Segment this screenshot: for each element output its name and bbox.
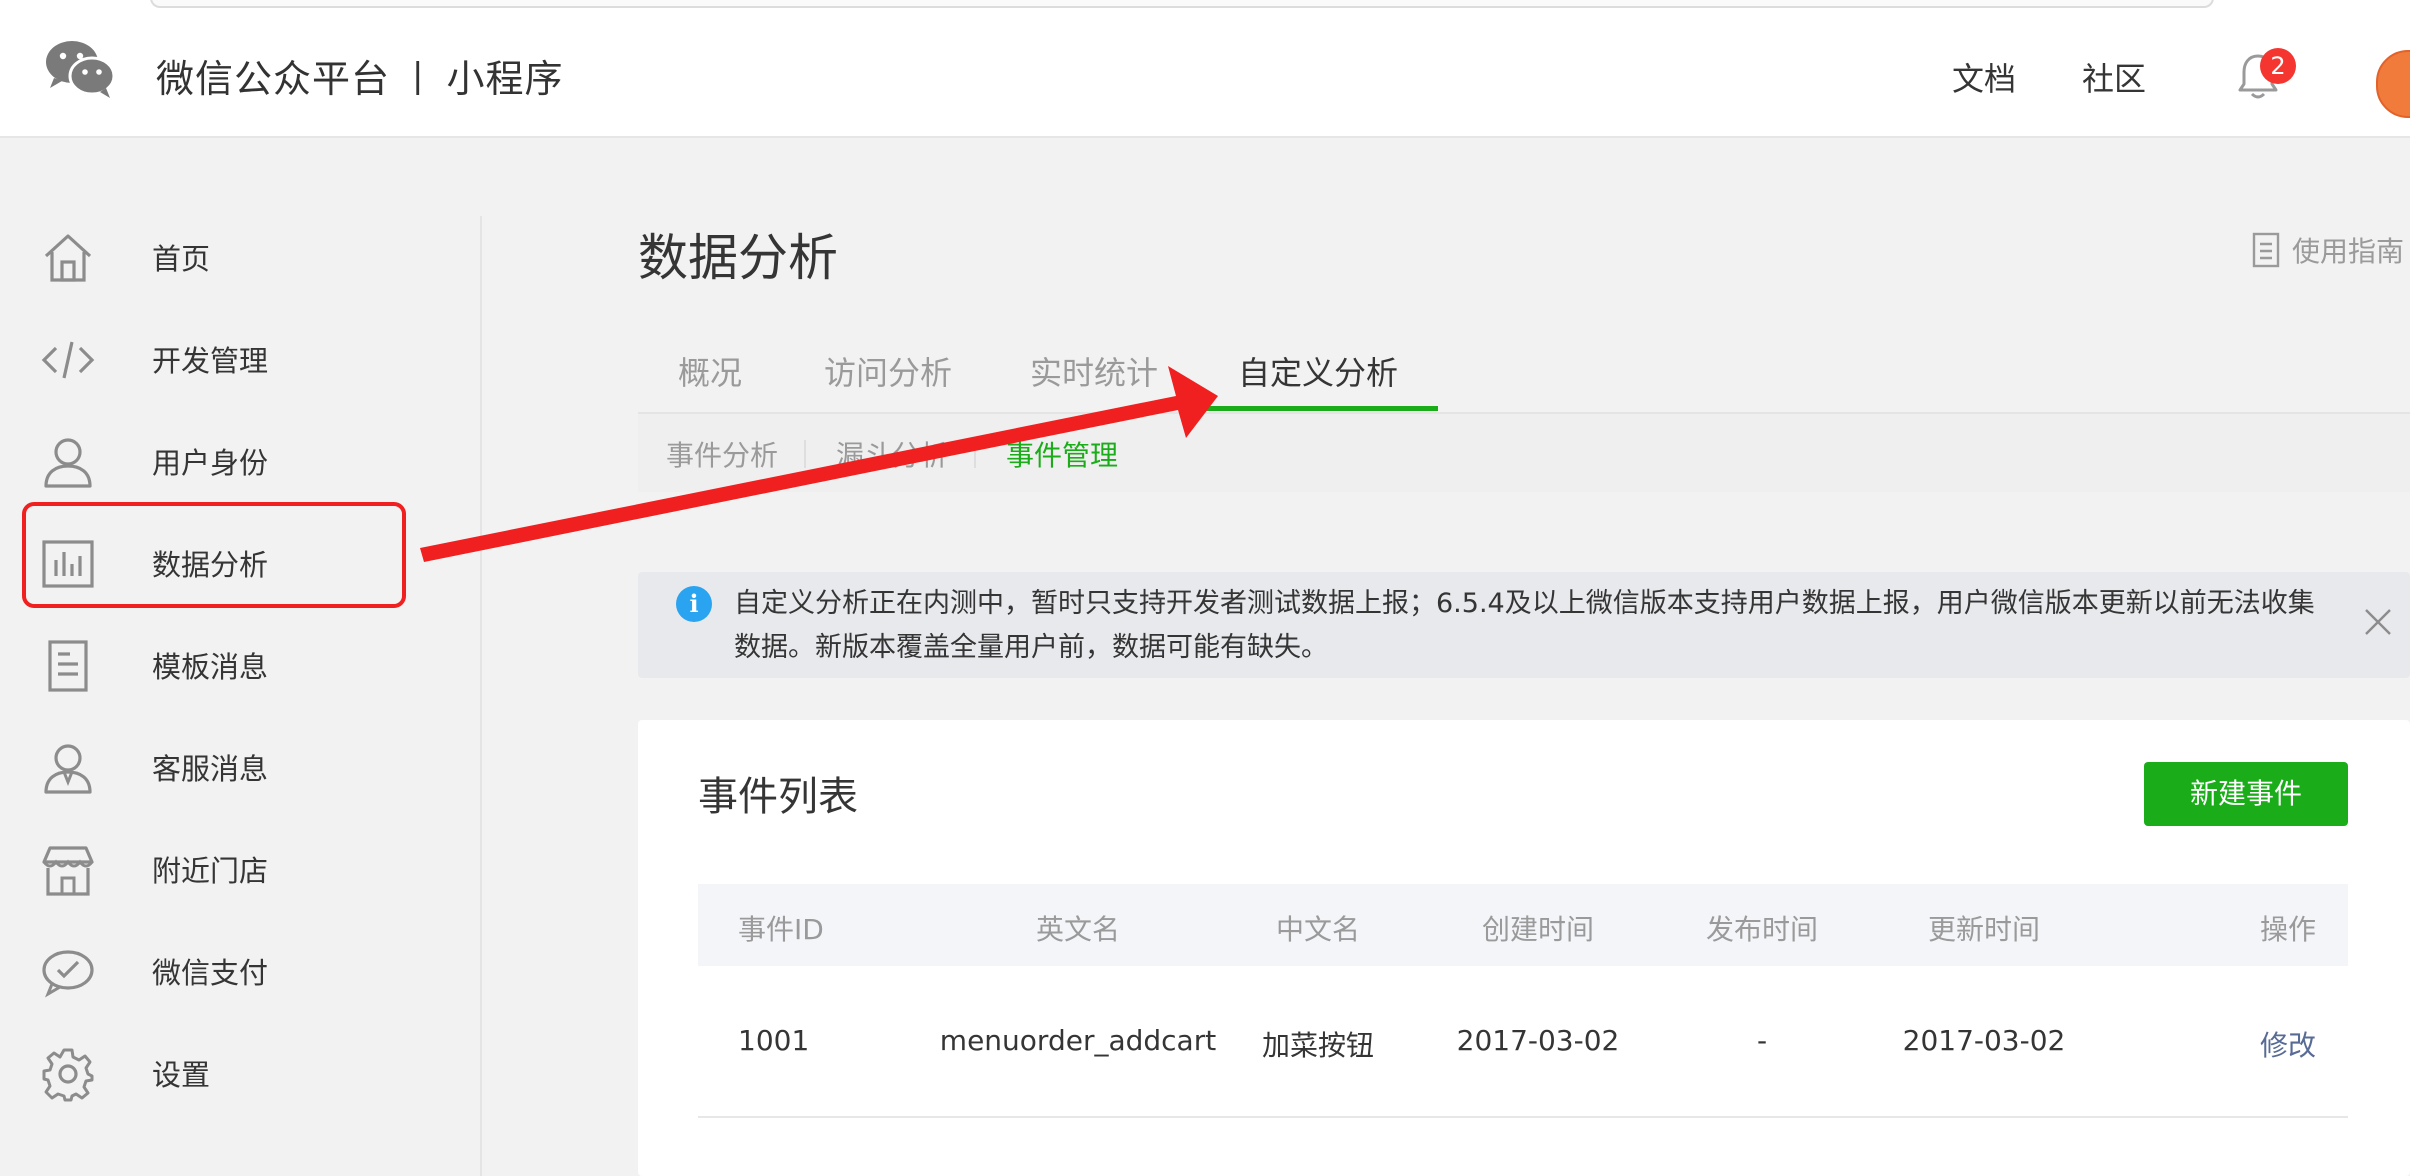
top-header: 微信公众平台 | 小程序 文档 社区 2 [0,14,2410,138]
customer-service-icon [44,744,92,794]
card-title: 事件列表 [698,774,858,820]
tab-visit-analysis[interactable]: 访问分析 [824,348,952,394]
column-header: 事件ID [738,913,824,946]
sidebar-item-dev-management[interactable]: 开发管理 [0,308,470,408]
close-icon[interactable] [2362,606,2394,638]
sidebar-item-customer-service[interactable]: 客服消息 [0,716,470,816]
document-icon [48,640,88,692]
guide-label: 使用指南 [2292,235,2405,268]
subtab-divider [804,440,806,468]
cell-english-name: menuorder_addcart [939,1024,1217,1057]
sidebar-item-template-messages[interactable]: 模板消息 [0,614,470,714]
sidebar-item-label: 首页 [152,242,211,276]
column-header: 发布时间 [1705,913,1818,946]
active-tab-indicator [1200,406,1438,411]
cell-chinese-name: 加菜按钮 [1261,1029,1374,1062]
sidebar-item-label: 设置 [152,1058,211,1092]
table-row: 1001 menuorder_addcart 加菜按钮 2017-03-02 -… [698,966,2348,1118]
page-title: 数据分析 [638,229,838,287]
brand-separator: | [412,55,425,96]
sidebar-item-label: 模板消息 [152,650,269,684]
brand-name: 微信公众平台 [156,57,391,101]
browser-chrome-edge [0,0,2410,15]
brand-product: 小程序 [446,57,564,101]
info-icon: i [676,586,712,622]
table-header: 事件ID 英文名 中文名 创建时间 发布时间 更新时间 操作 [698,884,2348,966]
sub-tabs: 事件分析 漏斗分析 事件管理 [638,414,2410,492]
gear-icon [42,1048,94,1102]
user-icon [44,438,92,488]
new-event-button[interactable]: 新建事件 [2144,762,2348,826]
cell-published-at: - [1756,1024,1768,1057]
notice-message: 自定义分析正在内测中，暂时只支持开发者测试数据上报；6.5.4及以上微信版本支持… [734,588,2315,663]
payment-icon [42,950,94,998]
sidebar-divider [480,216,482,1176]
avatar[interactable] [2376,50,2410,118]
guide-link[interactable]: 使用指南 [2252,230,2404,270]
notice-banner: i 自定义分析正在内测中，暂时只支持开发者测试数据上报；6.5.4及以上微信版本… [638,572,2410,678]
cell-updated-at: 2017-03-02 [1902,1024,2066,1057]
tab-overview[interactable]: 概况 [678,348,742,394]
cell-event-id: 1001 [738,1024,810,1057]
column-header: 英文名 [1035,913,1120,946]
events-card: 事件列表 新建事件 事件ID 英文名 中文名 创建时间 发布时间 更新时间 操作… [638,720,2410,1176]
address-bar[interactable] [150,0,2214,8]
sidebar-item-label: 客服消息 [152,752,269,786]
sidebar-item-label: 微信支付 [152,956,269,990]
nav-community-link[interactable]: 社区 [2082,54,2146,100]
sidebar-item-user-identity[interactable]: 用户身份 [0,410,470,510]
tab-custom-analysis[interactable]: 自定义分析 [1238,348,1398,394]
sidebar-item-wechat-pay[interactable]: 微信支付 [0,920,470,1020]
store-icon [42,846,94,896]
brand-title[interactable]: 微信公众平台 | 小程序 [156,48,564,103]
subtab-funnel-analysis[interactable]: 漏斗分析 [836,434,948,474]
sidebar-item-home[interactable]: 首页 [0,206,470,306]
sidebar-item-label: 用户身份 [152,446,269,480]
notification-badge: 2 [2260,48,2296,84]
column-header: 更新时间 [1927,913,2040,946]
cell-created-at: 2017-03-02 [1456,1024,1620,1057]
subtab-divider [974,440,976,468]
subtab-event-analysis[interactable]: 事件分析 [666,434,778,474]
sidebar-item-nearby-stores[interactable]: 附近门店 [0,818,470,918]
subtab-event-management[interactable]: 事件管理 [1006,434,1118,474]
edit-link[interactable]: 修改 [2228,1024,2348,1064]
annotation-highlight-box [22,502,406,608]
column-header: 中文名 [1275,913,1360,946]
analysis-tabs: 概况 访问分析 实时统计 自定义分析 [638,340,2410,414]
document-icon [2252,232,2280,268]
sidebar: 首页 开发管理 用户身份 数据分析 模板消息 客服消息 附近门店 微信支付 设置 [0,138,480,1176]
tab-realtime-stats[interactable]: 实时统计 [1030,348,1158,394]
sidebar-item-label: 开发管理 [152,344,269,378]
wechat-logo-icon [46,41,116,98]
column-header: 操作 [2259,913,2316,946]
sidebar-item-settings[interactable]: 设置 [0,1022,470,1122]
sidebar-item-label: 附近门店 [152,854,269,888]
code-icon [41,341,95,379]
column-header: 创建时间 [1481,913,1594,946]
nav-docs-link[interactable]: 文档 [1952,54,2016,100]
home-icon [44,234,92,282]
